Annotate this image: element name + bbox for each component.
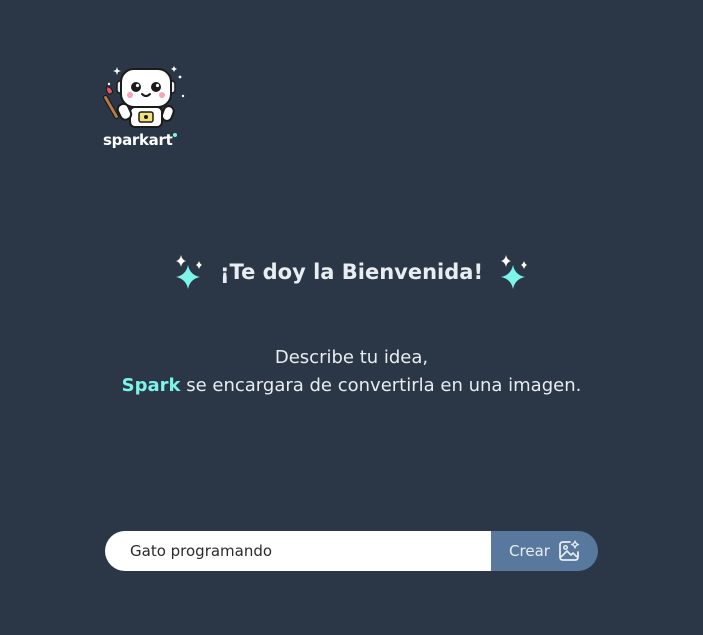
brand-name: Spark [121,375,181,396]
welcome-description: Describe tu idea, Spark se encargara de … [120,344,583,400]
prompt-form: Crear [105,531,598,571]
welcome-heading-row: ¡Te doy la Bienvenida! [0,254,703,290]
create-button[interactable]: Crear [491,531,598,571]
create-button-label: Crear [509,542,550,560]
sparkles-icon-right [501,255,528,289]
description-line-2-text: se encargara de convertirla en una image… [180,375,582,396]
logo-dot [173,133,178,137]
description-line-2: Spark se encargara de convertirla en una… [120,372,583,400]
logo-text: sparkart [103,130,178,150]
logo: sparkart [103,64,189,156]
robot-artist-icon [103,66,185,128]
description-line-1: Describe tu idea, [274,347,429,368]
prompt-input[interactable] [105,531,491,571]
welcome-title: ¡Te doy la Bienvenida! [219,260,484,284]
sparkles-icon-left [175,255,202,289]
image-sparkle-icon [559,540,580,561]
